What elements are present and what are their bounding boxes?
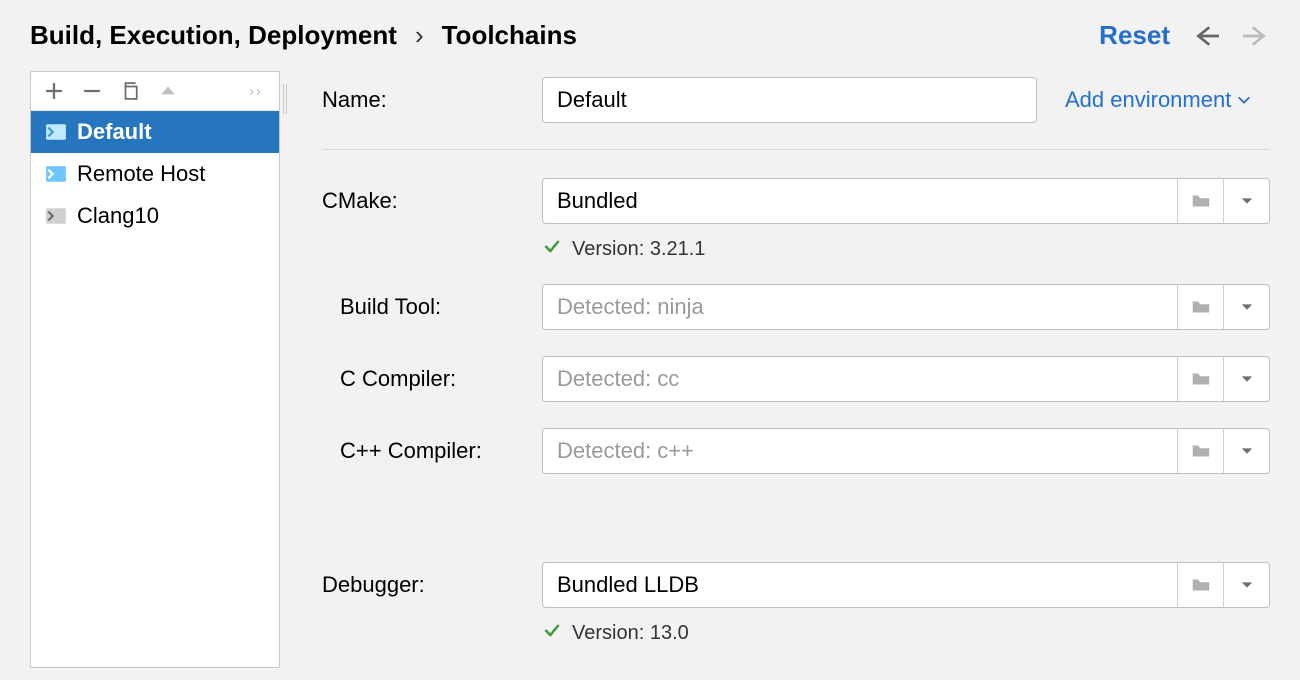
move-up-button[interactable] — [157, 80, 179, 102]
browse-button[interactable] — [1177, 179, 1223, 223]
toolchain-list: Default Remote Host Clang10 — [31, 111, 279, 237]
debugger-field — [542, 562, 1270, 608]
nav-forward-button[interactable] — [1242, 22, 1270, 50]
add-button[interactable] — [43, 80, 65, 102]
remove-button[interactable] — [81, 80, 103, 102]
cpp-compiler-field — [542, 428, 1270, 474]
build-tool-label: Build Tool: — [322, 294, 542, 320]
chevron-right-icon: › — [415, 20, 424, 51]
nav-back-button[interactable] — [1192, 22, 1220, 50]
toolchain-item-clang10[interactable]: Clang10 — [31, 195, 279, 237]
row-cmake: CMake: — [322, 178, 1270, 224]
cmake-input[interactable] — [543, 179, 1177, 223]
breadcrumb-parent[interactable]: Build, Execution, Deployment — [30, 20, 397, 51]
browse-button[interactable] — [1177, 285, 1223, 329]
splitter-handle[interactable] — [279, 76, 287, 667]
c-compiler-field — [542, 356, 1270, 402]
toolchain-item-default[interactable]: Default — [31, 111, 279, 153]
browse-button[interactable] — [1177, 357, 1223, 401]
debugger-input[interactable] — [543, 563, 1177, 607]
dropdown-button[interactable] — [1223, 429, 1269, 473]
toolchain-form: Name: Add environment CMake: — [280, 71, 1270, 668]
debugger-version-status: Version: 13.0 — [542, 620, 1270, 646]
toolchain-icon — [45, 121, 67, 143]
header-actions: Reset — [1099, 20, 1270, 51]
build-tool-input[interactable] — [543, 285, 1177, 329]
row-c-compiler: C Compiler: — [322, 356, 1270, 402]
divider — [322, 149, 1270, 150]
row-cpp-compiler: C++ Compiler: — [322, 428, 1270, 474]
debugger-version-text: Version: 13.0 — [572, 622, 689, 645]
breadcrumb-current: Toolchains — [442, 20, 577, 51]
toolchain-item-label: Clang10 — [77, 203, 159, 229]
toolchain-sidebar: ›› Default Remote Host Clang10 — [30, 71, 280, 668]
toolchain-item-label: Remote Host — [77, 161, 205, 187]
remote-icon — [45, 163, 67, 185]
check-icon — [542, 620, 562, 646]
dropdown-button[interactable] — [1223, 563, 1269, 607]
cmake-version-text: Version: 3.21.1 — [572, 238, 705, 261]
expand-button[interactable]: ›› — [245, 80, 267, 102]
breadcrumb-header: Build, Execution, Deployment › Toolchain… — [0, 0, 1300, 71]
add-environment-button[interactable]: Add environment — [1065, 87, 1251, 113]
settings-body: ›› Default Remote Host Clang10 — [0, 71, 1300, 668]
cmake-version-status: Version: 3.21.1 — [542, 236, 1270, 262]
add-environment-label: Add environment — [1065, 87, 1231, 113]
toolchain-item-label: Default — [77, 119, 152, 145]
c-compiler-input[interactable] — [543, 357, 1177, 401]
reset-button[interactable]: Reset — [1099, 20, 1170, 51]
browse-button[interactable] — [1177, 563, 1223, 607]
debugger-label: Debugger: — [322, 572, 542, 598]
dropdown-button[interactable] — [1223, 179, 1269, 223]
row-build-tool: Build Tool: — [322, 284, 1270, 330]
copy-button[interactable] — [119, 80, 141, 102]
cmake-label: CMake: — [322, 188, 542, 214]
cpp-compiler-label: C++ Compiler: — [322, 438, 542, 464]
row-name: Name: Add environment — [322, 77, 1270, 123]
name-label: Name: — [322, 87, 542, 113]
sidebar-toolbar: ›› — [31, 72, 279, 111]
browse-button[interactable] — [1177, 429, 1223, 473]
dropdown-button[interactable] — [1223, 285, 1269, 329]
cmake-field — [542, 178, 1270, 224]
toolchain-item-remote[interactable]: Remote Host — [31, 153, 279, 195]
build-tool-field — [542, 284, 1270, 330]
chevron-down-icon — [1237, 93, 1251, 107]
cpp-compiler-input[interactable] — [543, 429, 1177, 473]
dropdown-button[interactable] — [1223, 357, 1269, 401]
c-compiler-label: C Compiler: — [322, 366, 542, 392]
toolchain-icon — [45, 205, 67, 227]
name-input[interactable] — [542, 77, 1037, 123]
check-icon — [542, 236, 562, 262]
row-debugger: Debugger: — [322, 562, 1270, 608]
breadcrumb: Build, Execution, Deployment › Toolchain… — [30, 20, 1099, 51]
